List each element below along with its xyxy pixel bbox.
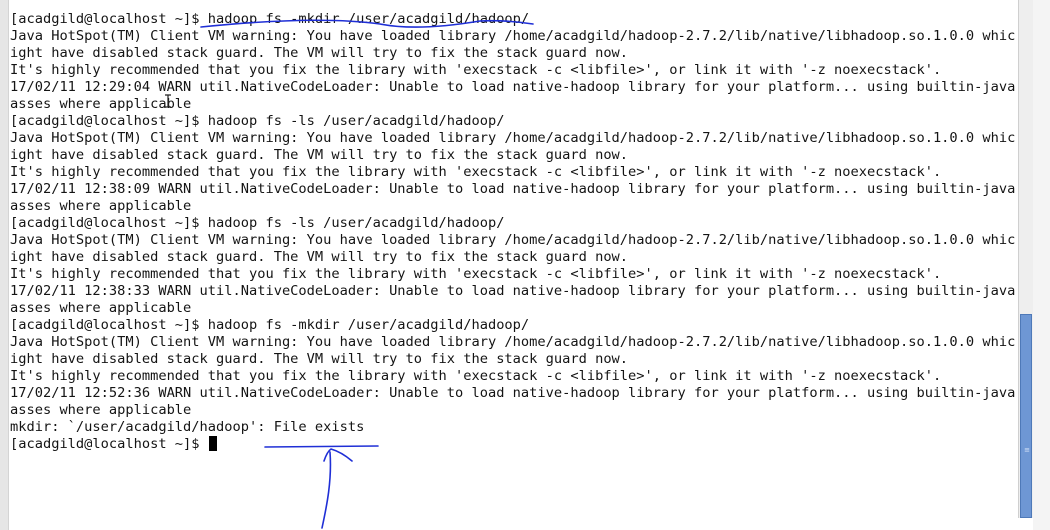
text-cursor-icon	[165, 94, 171, 108]
vertical-scrollbar[interactable]: ≡	[1018, 0, 1033, 518]
terminal-line: ight have disabled stack guard. The VM w…	[10, 249, 629, 265]
terminal-line: asses where applicable	[10, 96, 192, 112]
grip-icon: ≡	[1024, 446, 1030, 454]
terminal-line: asses where applicable	[10, 198, 192, 214]
terminal-line: Java HotSpot(TM) Client VM warning: You …	[10, 130, 1015, 146]
current-prompt-line[interactable]: [acadgild@localhost ~]$	[10, 436, 1015, 453]
terminal-line: ight have disabled stack guard. The VM w…	[10, 351, 629, 367]
scrollbar-thumb[interactable]: ≡	[1020, 314, 1032, 518]
terminal-line: ight have disabled stack guard. The VM w…	[10, 45, 629, 61]
terminal-line: asses where applicable	[10, 402, 192, 418]
error-message-line: mkdir: `/user/acadgild/hadoop': File exi…	[10, 419, 365, 435]
terminal-line: 17/02/11 12:52:36 WARN util.NativeCodeLo…	[10, 385, 1015, 401]
terminal-line: It's highly recommended that you fix the…	[10, 164, 942, 180]
terminal-line: ight have disabled stack guard. The VM w…	[10, 147, 629, 163]
terminal-line: 17/02/11 12:38:33 WARN util.NativeCodeLo…	[10, 283, 1015, 299]
terminal-line: 17/02/11 12:38:09 WARN util.NativeCodeLo…	[10, 181, 1015, 197]
terminal-line: asses where applicable	[10, 300, 192, 316]
terminal-line: Java HotSpot(TM) Client VM warning: You …	[10, 28, 1015, 44]
terminal-line: It's highly recommended that you fix the…	[10, 368, 942, 384]
terminal-line: Java HotSpot(TM) Client VM warning: You …	[10, 334, 1015, 350]
window-left-edge	[0, 0, 9, 530]
terminal-output[interactable]: [acadgild@localhost ~]$ hadoop fs -mkdir…	[10, 11, 1015, 530]
window-right-edge	[1033, 0, 1050, 530]
terminal-line: It's highly recommended that you fix the…	[10, 62, 942, 78]
terminal-line: [acadgild@localhost ~]$ hadoop fs -ls /u…	[10, 113, 505, 129]
terminal-line: [acadgild@localhost ~]$ hadoop fs -mkdir…	[10, 317, 530, 333]
terminal-line: 17/02/11 12:29:04 WARN util.NativeCodeLo…	[10, 79, 1015, 95]
terminal-line: Java HotSpot(TM) Client VM warning: You …	[10, 232, 1015, 248]
text-cursor	[208, 436, 217, 451]
terminal-line: [acadgild@localhost ~]$ hadoop fs -mkdir…	[10, 11, 530, 27]
shell-prompt: [acadgild@localhost ~]$	[10, 436, 208, 452]
terminal-line: It's highly recommended that you fix the…	[10, 266, 942, 282]
terminal-line: [acadgild@localhost ~]$ hadoop fs -ls /u…	[10, 215, 505, 231]
